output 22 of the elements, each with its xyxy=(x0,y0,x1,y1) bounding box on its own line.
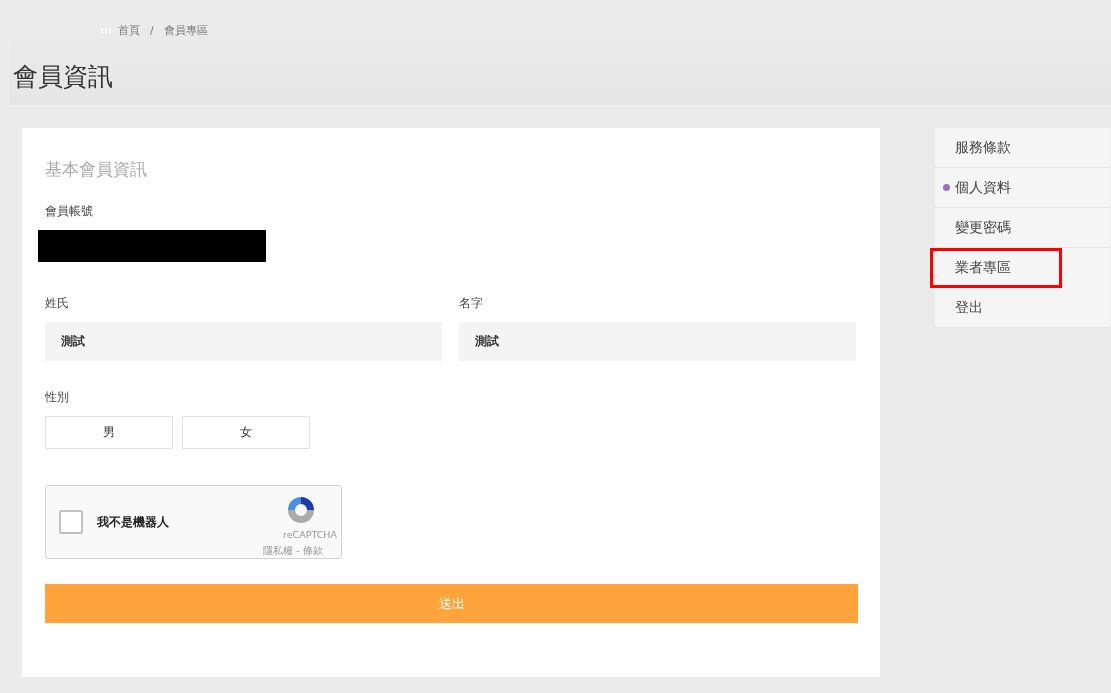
field-label: 姓氏 xyxy=(45,295,70,312)
breadcrumb-separator: / xyxy=(150,24,154,37)
sidebar-item[interactable]: 服務條款 xyxy=(935,128,1110,168)
breadcrumb-link[interactable]: 首頁 xyxy=(118,23,140,38)
field-label: 性別 xyxy=(45,389,70,406)
sidebar-item[interactable]: 業者專區 xyxy=(930,248,1062,288)
input-field[interactable]: 測試 xyxy=(45,322,442,361)
captcha-label: 我不是機器人 xyxy=(97,513,169,531)
field-label: 會員帳號 xyxy=(45,203,94,220)
captcha-brand: reCAPTCHA xyxy=(283,529,337,540)
sidebar-item[interactable]: 變更密碼 xyxy=(935,208,1110,248)
recaptcha-logo-icon xyxy=(285,494,317,526)
breadcrumb-current: 會員專區 xyxy=(163,23,208,38)
gender-option[interactable]: 男 xyxy=(45,416,173,449)
sidebar-item[interactable]: 個人資料 xyxy=(935,168,1110,208)
section-title: 基本會員資訊 xyxy=(45,158,148,181)
page-title: 會員資訊 xyxy=(13,61,114,93)
gender-option[interactable]: 女 xyxy=(182,416,310,449)
checkbox[interactable] xyxy=(59,510,83,534)
field-label: 名字 xyxy=(459,295,484,312)
sidebar-item[interactable]: 登出 xyxy=(935,288,1110,328)
input-field[interactable]: 測試 xyxy=(459,322,856,361)
